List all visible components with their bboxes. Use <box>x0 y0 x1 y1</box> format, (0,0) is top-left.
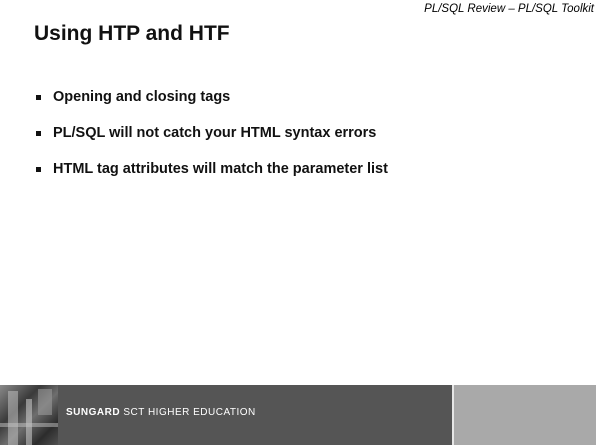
footer-photo <box>0 385 58 445</box>
bullet-item: PL/SQL will not catch your HTML syntax e… <box>36 125 388 141</box>
bullet-text: PL/SQL will not catch your HTML syntax e… <box>53 125 377 141</box>
footer-bar: SUNGARD SCT HIGHER EDUCATION <box>0 385 596 445</box>
course-tag: PL/SQL Review – PL/SQL Toolkit <box>424 3 594 15</box>
brand-name: SUNGARD <box>66 407 121 418</box>
square-bullet-icon <box>36 166 41 172</box>
bullet-text: Opening and closing tags <box>53 89 231 105</box>
footer-panel <box>452 385 596 445</box>
page-number: 59 <box>565 25 573 32</box>
square-bullet-icon <box>36 94 41 100</box>
bullet-item: HTML tag attributes will match the param… <box>36 161 388 177</box>
square-bullet-icon <box>36 130 41 136</box>
company-logo-text: SUNGARD SCT HIGHER EDUCATION <box>66 407 256 418</box>
brand-division: SCT HIGHER EDUCATION <box>120 407 256 418</box>
bullet-list: Opening and closing tags PL/SQL will not… <box>36 89 388 197</box>
bullet-text: HTML tag attributes will match the param… <box>53 161 388 177</box>
bullet-item: Opening and closing tags <box>36 89 388 105</box>
slide: PL/SQL Review – PL/SQL Toolkit Using HTP… <box>0 0 596 445</box>
footer-url: www.sungardsct.com <box>458 25 520 32</box>
slide-title: Using HTP and HTF <box>34 22 230 45</box>
